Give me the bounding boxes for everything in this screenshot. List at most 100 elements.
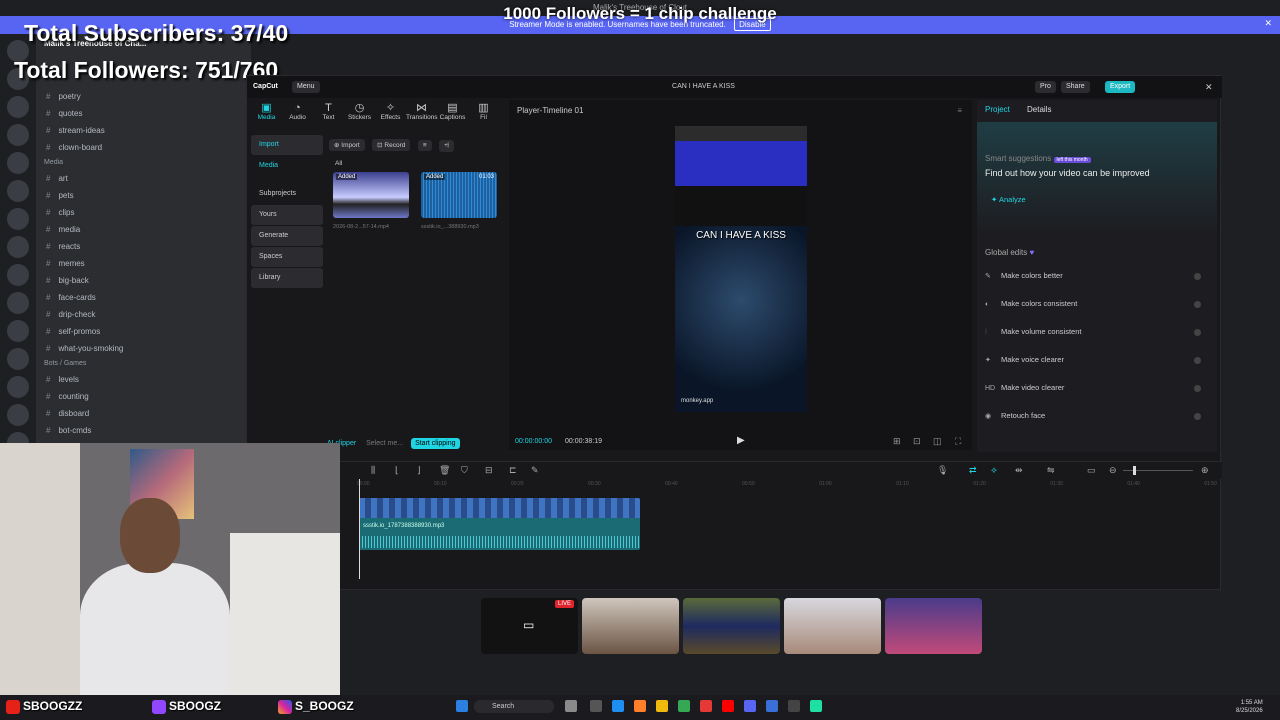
nav-item[interactable]: Yours (251, 205, 323, 225)
filter-icon[interactable]: ⩤ (439, 140, 455, 152)
channel-media[interactable]: # face-cards (36, 289, 251, 306)
edit-toggle[interactable] (1194, 273, 1201, 280)
mic-icon[interactable]: 🎙 (937, 465, 948, 476)
tool-tab-7[interactable]: ▥ Fil (468, 100, 499, 130)
global-edit-item[interactable]: HD Make video clearer (985, 376, 1209, 400)
global-edit-item[interactable]: ◐ Make colors consistent (985, 292, 1209, 316)
channel-main[interactable]: # poetry (36, 88, 251, 105)
tool-tab-3[interactable]: ◷ Stickers (344, 100, 375, 130)
participant-cam-2[interactable] (683, 598, 780, 654)
server-icon[interactable] (7, 152, 29, 174)
nav-item[interactable]: Media (251, 156, 323, 176)
media-thumb-video[interactable]: Added (333, 172, 409, 218)
app-icon[interactable] (766, 700, 778, 712)
server-icon[interactable] (7, 320, 29, 342)
edge-icon[interactable] (612, 700, 624, 712)
preview-axis-icon[interactable]: ⇋ (1047, 465, 1055, 476)
compare-icon[interactable]: ◫ (933, 436, 942, 447)
video-track[interactable] (359, 498, 640, 518)
crop-icon[interactable]: ⊡ (913, 436, 921, 447)
tab-project[interactable]: Project (985, 100, 1010, 120)
channel-media[interactable]: # memes (36, 255, 251, 272)
split-right-icon[interactable]: ⌋ (417, 465, 421, 476)
sort-icon[interactable]: ≡ (417, 140, 432, 151)
chrome-icon[interactable] (678, 700, 690, 712)
record-button[interactable]: ⊡ Record (372, 139, 411, 151)
discord-taskbar-icon[interactable] (744, 700, 756, 712)
marker-icon[interactable]: ⛉ (461, 465, 468, 476)
pen-icon[interactable]: ✎ (531, 465, 539, 476)
channel-main[interactable]: # stream-ideas (36, 122, 251, 139)
media-thumb-audio[interactable]: Added 01:03 (421, 172, 497, 218)
tool-tab-5[interactable]: ⋈ Transitions (406, 100, 438, 130)
channel-media[interactable]: # drip-check (36, 306, 251, 323)
tool-tab-1[interactable]: ◔ Audio (282, 100, 313, 130)
app-icon[interactable] (565, 700, 577, 712)
global-edit-item[interactable]: ✦ Make voice clearer (985, 348, 1209, 372)
participant-cam-1[interactable] (582, 598, 679, 654)
nav-item[interactable]: Library (251, 268, 323, 288)
channel-media[interactable]: # big-back (36, 272, 251, 289)
channel-media[interactable]: # self-promos (36, 323, 251, 340)
channel-bots[interactable]: # counting (36, 388, 251, 405)
server-icon[interactable] (7, 124, 29, 146)
export-button[interactable]: Export (1105, 81, 1136, 93)
edit-toggle[interactable] (1194, 357, 1201, 364)
fullscreen-icon[interactable]: ⛶ (955, 436, 961, 447)
channel-bots[interactable]: # bot-cmds (36, 422, 251, 439)
folder-icon[interactable] (656, 700, 668, 712)
snap-icon[interactable]: ⇹ (1015, 465, 1023, 476)
import-button[interactable]: ⊕ Import (329, 139, 365, 151)
edit-toggle[interactable] (1194, 385, 1201, 392)
filter-all[interactable]: All (329, 160, 504, 167)
windows-start-icon[interactable] (456, 700, 468, 712)
start-clipping-button[interactable]: Start clipping (411, 438, 460, 449)
subtitle-icon[interactable]: ▭ (1087, 465, 1096, 476)
crop-clip-icon[interactable]: ⊏ (509, 465, 517, 476)
category-media[interactable]: Media (36, 156, 251, 170)
edit-toggle[interactable] (1194, 329, 1201, 336)
global-edit-item[interactable]: ✎ Make colors better (985, 264, 1209, 288)
nav-item[interactable]: Spaces (251, 247, 323, 267)
tab-details[interactable]: Details (1027, 100, 1051, 120)
server-icon[interactable] (7, 292, 29, 314)
channel-media[interactable]: # pets (36, 187, 251, 204)
split-left-icon[interactable]: ⌊ (395, 465, 399, 476)
channel-main[interactable]: # clown-board (36, 139, 251, 156)
server-icon[interactable] (7, 404, 29, 426)
freeze-icon[interactable]: ⊟ (485, 465, 493, 476)
category-bots[interactable]: Bots / Games (36, 357, 251, 371)
player-menu-icon[interactable]: ≡ (957, 106, 962, 115)
select-icon[interactable]: ⫼ (371, 465, 375, 476)
timeline-clip[interactable]: ssstik.io_1787388388930.mp3 (359, 498, 640, 550)
channel-media[interactable]: # reacts (36, 238, 251, 255)
nav-item[interactable]: Subprojects (251, 184, 323, 204)
link-icon[interactable]: ⇄ (969, 465, 977, 476)
global-edit-item[interactable]: ◉ Retouch face (985, 404, 1209, 428)
edit-toggle[interactable] (1194, 413, 1201, 420)
zoom-out-icon[interactable]: ⊖ (1109, 465, 1117, 476)
share-button[interactable]: Share (1061, 81, 1090, 93)
select-media-field[interactable]: Select me... (366, 440, 403, 447)
app-icon[interactable] (810, 700, 822, 712)
server-icon[interactable] (7, 180, 29, 202)
app-icon[interactable] (590, 700, 602, 712)
channel-main[interactable]: # quotes (36, 105, 251, 122)
channel-media[interactable]: # what-you-smoking (36, 340, 251, 357)
edit-toggle[interactable] (1194, 301, 1201, 308)
channel-media[interactable]: # art (36, 170, 251, 187)
participant-cam-3[interactable] (784, 598, 881, 654)
zoom-slider-knob[interactable] (1133, 466, 1136, 475)
server-icon[interactable] (7, 264, 29, 286)
channel-media[interactable]: # clips (36, 204, 251, 221)
server-icon[interactable] (7, 96, 29, 118)
tool-tab-4[interactable]: ✧ Effects (375, 100, 406, 130)
channel-bots[interactable]: # levels (36, 371, 251, 388)
pro-button[interactable]: Pro (1035, 81, 1056, 93)
youtube-taskbar-icon[interactable] (722, 700, 734, 712)
close-icon[interactable]: ✕ (1205, 76, 1213, 98)
capcut-taskbar-icon[interactable] (788, 700, 800, 712)
tool-tab-2[interactable]: T Text (313, 100, 344, 130)
server-icon[interactable] (7, 236, 29, 258)
nav-item[interactable]: Import (251, 135, 323, 155)
